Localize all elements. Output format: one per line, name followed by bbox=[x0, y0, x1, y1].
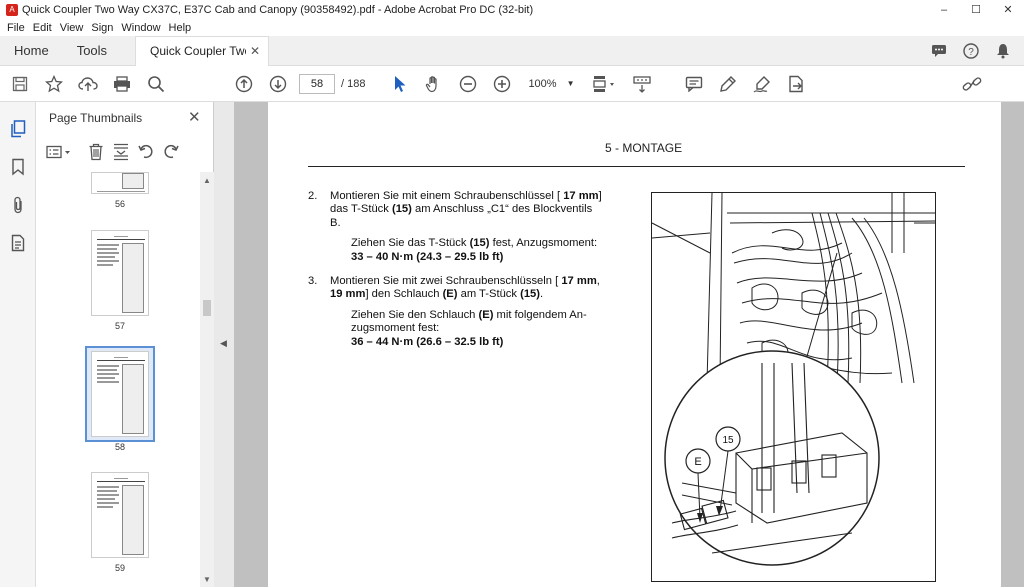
zoom-level-value: 100% bbox=[528, 77, 557, 90]
insert-page-icon[interactable] bbox=[110, 141, 132, 163]
menu-help[interactable]: Help bbox=[169, 22, 192, 34]
notification-bell-icon[interactable] bbox=[994, 42, 1012, 60]
navigation-rail bbox=[0, 102, 36, 587]
menu-edit[interactable]: Edit bbox=[33, 22, 52, 34]
previous-page-icon[interactable] bbox=[233, 73, 255, 95]
thumbnail-options-icon[interactable] bbox=[44, 141, 74, 163]
panel-close-icon[interactable]: ✕ bbox=[188, 108, 201, 126]
tab-document[interactable]: Quick Coupler Two ... ✕ bbox=[135, 35, 270, 66]
page-thumbnail-58[interactable] bbox=[91, 351, 149, 437]
share-link-icon[interactable] bbox=[961, 73, 983, 95]
svg-text:?: ? bbox=[968, 47, 974, 58]
page-thumbnail-59[interactable] bbox=[91, 472, 149, 558]
header-rule bbox=[308, 166, 965, 167]
bookmark-star-icon[interactable] bbox=[43, 73, 65, 95]
callout-e-label: E bbox=[694, 456, 701, 468]
select-cursor-icon[interactable] bbox=[389, 73, 411, 95]
page-number-label: 57 bbox=[114, 321, 125, 331]
main-toolbar: 58 / 188 100% ▼ bbox=[0, 66, 1024, 102]
window-title: Quick Coupler Two Way CX37C, E37C Cab an… bbox=[22, 4, 534, 16]
page-thumbnail-56[interactable] bbox=[91, 172, 149, 194]
step-number: 3. bbox=[308, 275, 318, 287]
scroll-up-icon[interactable]: ▲ bbox=[203, 176, 211, 185]
panel-title: Page Thumbnails bbox=[49, 111, 143, 125]
pdf-page: 5 - MONTAGE 2. Montieren Sie mit einem S… bbox=[268, 102, 1001, 587]
menu-window[interactable]: Window bbox=[121, 22, 160, 34]
close-window-button[interactable]: ✕ bbox=[992, 0, 1024, 20]
page-number-label: 59 bbox=[114, 563, 125, 573]
menu-file[interactable]: File bbox=[7, 22, 25, 34]
thumbnail-scrollbar[interactable]: ▲ ▼ bbox=[200, 172, 214, 587]
search-icon[interactable] bbox=[145, 73, 167, 95]
menu-view[interactable]: View bbox=[60, 22, 84, 34]
sign-pen-icon[interactable] bbox=[751, 73, 773, 95]
panel-collapse-handle[interactable]: ◀ bbox=[214, 102, 234, 587]
menu-sign[interactable]: Sign bbox=[91, 22, 113, 34]
minimize-button[interactable]: – bbox=[928, 0, 960, 20]
hydraulic-hose-drawing: E 15 bbox=[652, 193, 935, 566]
technical-illustration: E 15 bbox=[651, 192, 936, 582]
panel-toolbar bbox=[44, 140, 185, 164]
next-page-icon[interactable] bbox=[267, 73, 289, 95]
comment-bubble-icon[interactable] bbox=[930, 42, 948, 60]
acrobat-app-icon: A bbox=[6, 4, 18, 16]
export-pdf-icon[interactable] bbox=[785, 73, 807, 95]
page-number-input[interactable]: 58 bbox=[299, 73, 335, 94]
hand-tool-icon[interactable] bbox=[423, 73, 445, 95]
comment-icon[interactable] bbox=[683, 73, 705, 95]
instruction-step-3: 3. Montieren Sie mit zwei Schraubenschlü… bbox=[308, 275, 620, 349]
attachments-paperclip-icon[interactable] bbox=[8, 195, 28, 215]
tab-home[interactable]: Home bbox=[0, 36, 63, 66]
scrollbar-thumb[interactable] bbox=[203, 300, 211, 316]
print-icon[interactable] bbox=[111, 73, 133, 95]
tab-tools[interactable]: Tools bbox=[63, 36, 121, 66]
page-number-label: 56 bbox=[114, 199, 125, 209]
tab-close-icon[interactable]: ✕ bbox=[250, 44, 260, 58]
tab-document-label: Quick Coupler Two ... bbox=[150, 44, 246, 58]
highlight-pen-icon[interactable] bbox=[717, 73, 739, 95]
tab-bar: Home Tools Quick Coupler Two ... ✕ ? bbox=[0, 35, 1024, 66]
page-thumbnails-panel: Page Thumbnails ✕ 56 57 58 59 ▲ ▼ bbox=[36, 102, 214, 587]
keyboard-scroll-icon[interactable] bbox=[631, 73, 653, 95]
bookmarks-icon[interactable] bbox=[8, 157, 28, 177]
zoom-in-icon[interactable] bbox=[491, 73, 513, 95]
page-number-label: 58 bbox=[114, 442, 125, 452]
save-icon[interactable] bbox=[9, 73, 31, 95]
scroll-down-icon[interactable]: ▼ bbox=[203, 575, 211, 584]
instruction-step-2: 2. Montieren Sie mit einem Schraubenschl… bbox=[308, 190, 620, 264]
page-section-header: 5 - MONTAGE bbox=[605, 141, 683, 155]
zoom-level-select[interactable]: 100% ▼ bbox=[525, 73, 578, 94]
page-display-icon[interactable] bbox=[591, 73, 619, 95]
thumbnail-list: 56 57 58 59 bbox=[36, 172, 200, 587]
page-thumbnails-icon[interactable] bbox=[8, 119, 28, 139]
rotate-counterclockwise-icon[interactable] bbox=[135, 141, 157, 163]
page-total: / 188 bbox=[341, 77, 366, 90]
delete-page-icon[interactable] bbox=[85, 141, 107, 163]
chevron-down-icon: ▼ bbox=[566, 79, 575, 88]
window-titlebar: A Quick Coupler Two Way CX37C, E37C Cab … bbox=[0, 0, 1024, 20]
zoom-out-icon[interactable] bbox=[457, 73, 479, 95]
step-number: 2. bbox=[308, 190, 318, 202]
step-text: Montieren Sie mit zwei Schraubenschlüsse… bbox=[330, 275, 600, 301]
step-torque-note: Ziehen Sie das T-Stück (15) fest, Anzugs… bbox=[351, 237, 598, 263]
rotate-clockwise-icon[interactable] bbox=[160, 141, 182, 163]
document-properties-icon[interactable] bbox=[8, 233, 28, 253]
page-thumbnail-57[interactable] bbox=[91, 230, 149, 316]
step-text: Montieren Sie mit einem Schraubenschlüss… bbox=[330, 190, 602, 229]
callout-15-label: 15 bbox=[722, 435, 734, 446]
cloud-upload-icon[interactable] bbox=[77, 73, 99, 95]
step-torque-note: Ziehen Sie den Schlauch (E) mit folgende… bbox=[351, 308, 587, 348]
maximize-button[interactable]: ☐ bbox=[960, 0, 992, 20]
menu-bar: File Edit View Sign Window Help bbox=[0, 20, 1024, 36]
chevron-left-icon: ◀ bbox=[220, 338, 227, 348]
document-viewer[interactable]: 5 - MONTAGE 2. Montieren Sie mit einem S… bbox=[234, 102, 1024, 587]
help-icon[interactable]: ? bbox=[962, 42, 980, 60]
